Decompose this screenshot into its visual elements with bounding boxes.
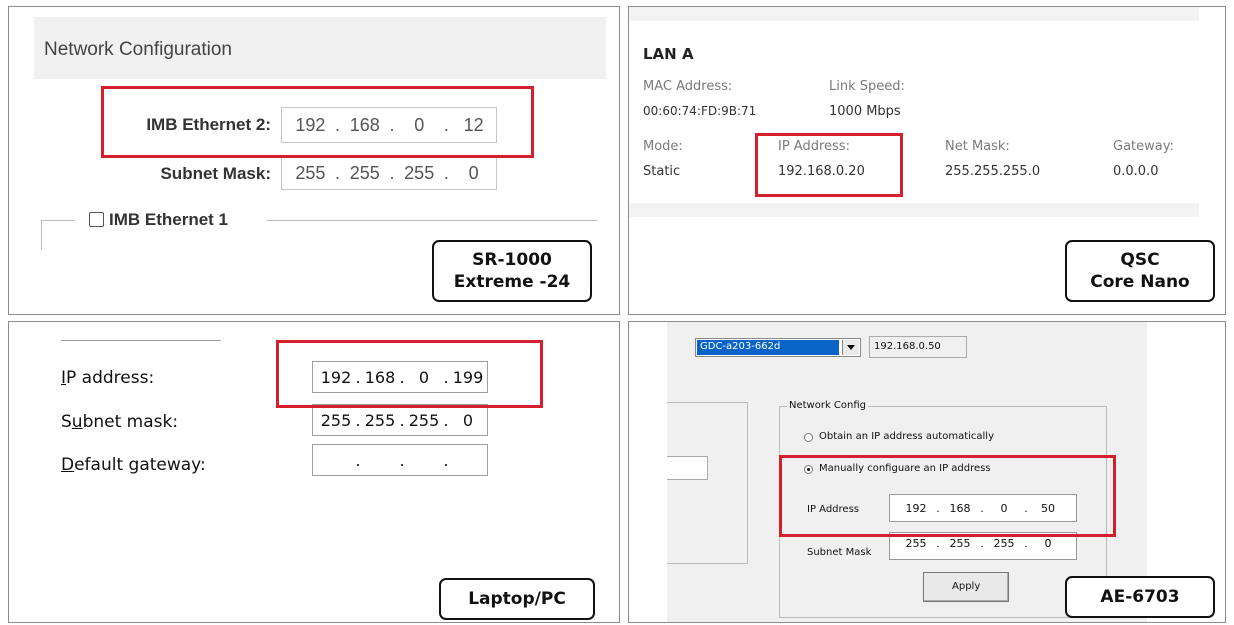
eth1-group-line-vertical — [41, 220, 42, 250]
device-ip-box: 192.168.0.50 — [869, 336, 967, 358]
panel-laptop-pc: IP address: 192. 168. 0. 199 Subnet mask… — [8, 321, 620, 623]
gateway-label: Gateway: — [1113, 139, 1174, 154]
highlight-box — [779, 455, 1116, 537]
subnet-mask-field[interactable]: 255. 255. 255. 0 — [281, 156, 497, 190]
panel-title: Network Configuration — [44, 39, 232, 60]
apply-button-label: Apply — [952, 581, 981, 592]
device-select-value: GDC-a203-662d — [700, 341, 781, 352]
section-divider — [629, 203, 1199, 217]
imb-ethernet1-checkbox[interactable] — [89, 212, 104, 227]
gateway-value: 0.0.0.0 — [1113, 164, 1159, 179]
mode-label: Mode: — [643, 139, 683, 154]
mac-address-label: MAC Address: — [643, 79, 733, 94]
device-label: Laptop/PC — [439, 578, 595, 620]
chevron-down-icon[interactable] — [842, 340, 859, 355]
panel-qsc-core-nano: LAN A MAC Address: 00:60:74:FD:9B:71 Lin… — [628, 6, 1226, 315]
imb-ethernet1-label: IMB Ethernet 1 — [109, 210, 229, 229]
ip-address-label: IP address: — [61, 368, 155, 388]
truncated-field-edge — [61, 340, 221, 341]
group-title: Network Config — [787, 400, 869, 411]
highlight-box — [101, 86, 534, 158]
left-group-box — [667, 402, 748, 564]
panel-ae6703: GDC-a203-662d 192.168.0.50 Network Confi… — [628, 321, 1226, 623]
device-label: AE-6703 — [1065, 576, 1215, 618]
subnet-mask-label: Subnet mask: — [61, 412, 179, 432]
subnet-mask-label: Subnet Mask: — [160, 164, 271, 183]
device-label: SR-1000 Extreme -24 — [432, 240, 592, 302]
section-title: LAN A — [643, 45, 694, 63]
link-speed-value: 1000 Mbps — [829, 104, 901, 119]
left-text-field — [667, 456, 708, 480]
net-mask-value: 255.255.255.0 — [945, 164, 1041, 179]
device-label: QSC Core Nano — [1065, 240, 1215, 302]
subnet-mask-field[interactable]: 255. 255. 255. 0 — [312, 404, 488, 436]
network-config-header: Network Configuration — [34, 17, 606, 79]
default-gateway-label: Default gateway: — [61, 455, 206, 475]
link-speed-label: Link Speed: — [829, 79, 905, 94]
highlight-box — [276, 340, 543, 408]
net-mask-label: Net Mask: — [945, 139, 1010, 154]
top-band — [629, 7, 1199, 21]
apply-button[interactable]: Apply — [923, 572, 1009, 602]
panel-sr1000: Network Configuration IMB Ethernet 2: 19… — [8, 6, 620, 315]
mode-value: Static — [643, 164, 681, 179]
subnet-mask-label: Subnet Mask — [807, 547, 872, 558]
eth1-group-line-left — [41, 220, 75, 221]
highlight-box — [755, 133, 903, 197]
radio-auto-label: Obtain an IP address automatically — [819, 431, 995, 442]
radio-auto[interactable] — [804, 433, 813, 442]
mac-address-value: 00:60:74:FD:9B:71 — [643, 104, 757, 118]
device-select[interactable]: GDC-a203-662d — [695, 338, 861, 357]
eth1-group-line-right — [267, 220, 597, 221]
default-gateway-field[interactable]: . . . — [312, 444, 488, 476]
